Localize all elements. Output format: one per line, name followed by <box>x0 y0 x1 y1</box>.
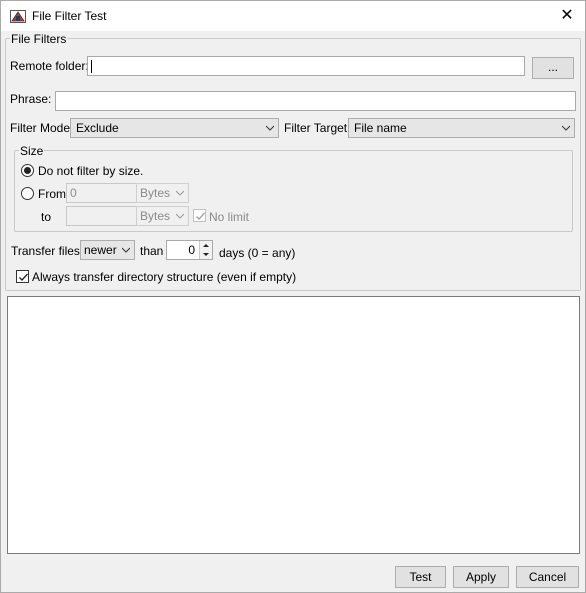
results-text-area[interactable] <box>7 296 580 554</box>
chevron-down-icon <box>122 247 130 253</box>
remote-folder-label: Remote folder: <box>10 59 89 73</box>
chevron-down-icon <box>176 213 184 219</box>
test-button[interactable]: Test <box>395 566 446 588</box>
dialog-window: File Filter Test ✕ File Filters Remote f… <box>0 0 586 593</box>
filter-target-select[interactable]: File name <box>348 118 575 138</box>
chevron-down-icon <box>176 190 184 196</box>
to-size-input[interactable] <box>66 206 137 226</box>
chevron-down-icon <box>266 125 274 131</box>
no-filter-radio[interactable] <box>21 164 34 177</box>
always-structure-label[interactable]: Always transfer directory structure (eve… <box>32 270 296 284</box>
than-label: than <box>140 244 164 258</box>
days-label: days (0 = any) <box>219 246 296 260</box>
transfer-direction-select[interactable]: newer <box>80 240 135 260</box>
spinner-up-icon[interactable] <box>200 241 212 250</box>
from-unit-value: Bytes <box>140 186 171 200</box>
spinner-buttons[interactable] <box>199 241 212 259</box>
to-unit-select[interactable]: Bytes <box>136 206 189 226</box>
remote-folder-input[interactable] <box>87 56 525 76</box>
text-caret <box>91 60 92 73</box>
filter-mode-select[interactable]: Exclude <box>70 118 279 138</box>
size-legend: Size <box>19 144 45 158</box>
file-filters-legend: File Filters <box>10 32 68 46</box>
filter-target-label: Filter Target: <box>284 121 351 135</box>
checkmark-icon <box>196 212 205 220</box>
cancel-button[interactable]: Cancel <box>516 566 579 588</box>
title-bar: File Filter Test ✕ <box>1 1 585 31</box>
days-spinner[interactable]: 0 <box>166 240 213 260</box>
close-icon[interactable]: ✕ <box>555 5 579 27</box>
no-filter-label[interactable]: Do not filter by size. <box>38 164 143 178</box>
window-title: File Filter Test <box>32 9 107 23</box>
from-unit-select[interactable]: Bytes <box>136 183 189 203</box>
from-radio[interactable] <box>21 187 34 200</box>
transfer-files-label: Transfer files <box>11 244 80 258</box>
filter-target-value: File name <box>354 121 407 135</box>
to-label: to <box>41 210 52 224</box>
days-value: 0 <box>188 243 195 257</box>
no-limit-label[interactable]: No limit <box>209 210 249 224</box>
browse-button[interactable]: ... <box>532 57 574 79</box>
filter-mode-label: Filter Mode: <box>10 121 74 135</box>
app-icon <box>10 8 26 24</box>
to-unit-value: Bytes <box>140 209 171 223</box>
chevron-down-icon <box>562 125 570 131</box>
no-limit-checkbox[interactable] <box>193 209 206 222</box>
checkmark-icon <box>19 273 28 281</box>
from-size-value: 0 <box>70 186 77 200</box>
phrase-input[interactable] <box>55 91 576 111</box>
radio-selected-dot <box>24 167 31 174</box>
apply-button[interactable]: Apply <box>453 566 509 588</box>
transfer-direction-value: newer <box>84 243 117 257</box>
from-label[interactable]: From <box>38 187 66 201</box>
filter-mode-value: Exclude <box>76 121 119 135</box>
phrase-label: Phrase: <box>10 92 52 106</box>
spinner-down-icon[interactable] <box>200 250 212 259</box>
always-structure-checkbox[interactable] <box>16 270 29 283</box>
from-size-input[interactable]: 0 <box>66 183 137 203</box>
